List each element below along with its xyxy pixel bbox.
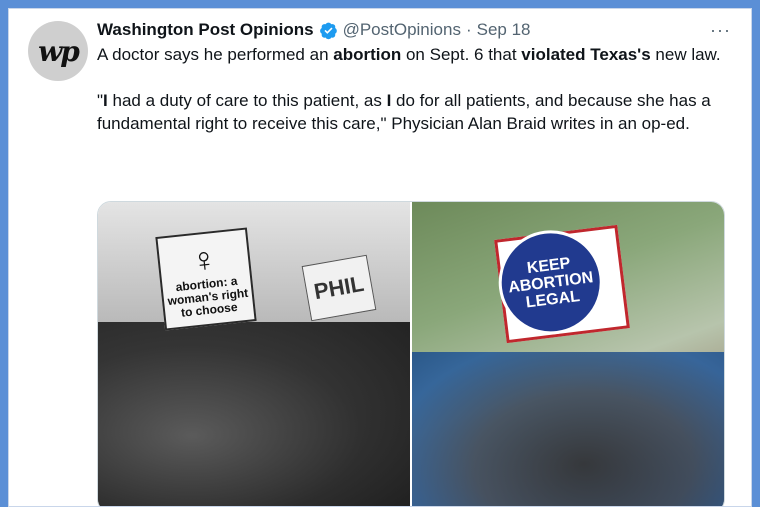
- tweet-paragraph-2: "I had a duty of care to this patient, a…: [97, 89, 729, 135]
- text-segment: on Sept. 6 that: [401, 45, 522, 64]
- sign-text: PHIL: [312, 270, 366, 305]
- bold-segment: abortion: [333, 45, 402, 64]
- media-photo-protest-1970s[interactable]: ♀ abortion: a woman's right to choose PH…: [98, 202, 410, 506]
- protest-sign-womens-right: ♀ abortion: a woman's right to choose: [155, 227, 257, 331]
- media-photo-protest-modern[interactable]: KEEP ABORTION LEGAL: [412, 202, 724, 506]
- verified-badge-icon: [319, 22, 337, 39]
- bold-segment: violated Texas's: [521, 45, 651, 64]
- crowd-illustration: [98, 322, 410, 506]
- tweet-text: A doctor says he performed an abortion o…: [97, 43, 729, 158]
- sign-text: KEEP ABORTION LEGAL: [492, 224, 609, 341]
- tweet-date[interactable]: Sep 18: [477, 20, 531, 40]
- author-name[interactable]: Washington Post Opinions: [97, 20, 314, 40]
- author-handle[interactable]: @PostOpinions: [343, 20, 461, 40]
- text-segment: new law.: [650, 45, 721, 64]
- avatar-logo: wp: [38, 34, 80, 68]
- tweet-header: Washington Post Opinions @PostOpinions ·…: [97, 17, 731, 43]
- text-segment: had a duty of care to this patient, as: [107, 91, 387, 110]
- tweet-card[interactable]: wp Washington Post Opinions @PostOpinion…: [8, 8, 752, 507]
- sign-text: abortion: a woman's right to choose: [166, 273, 249, 320]
- separator-dot: ·: [465, 20, 472, 39]
- tweet-paragraph-1: A doctor says he performed an abortion o…: [97, 43, 729, 66]
- protest-sign-phil: PHIL: [301, 254, 377, 322]
- protest-sign-keep-abortion-legal: KEEP ABORTION LEGAL: [492, 224, 630, 344]
- text-segment: A doctor says he performed an: [97, 45, 334, 64]
- avatar[interactable]: wp: [28, 21, 88, 81]
- more-options-icon[interactable]: ···: [710, 20, 731, 41]
- tweet-media: ♀ abortion: a woman's right to choose PH…: [97, 201, 725, 506]
- crowd-illustration: [412, 352, 724, 506]
